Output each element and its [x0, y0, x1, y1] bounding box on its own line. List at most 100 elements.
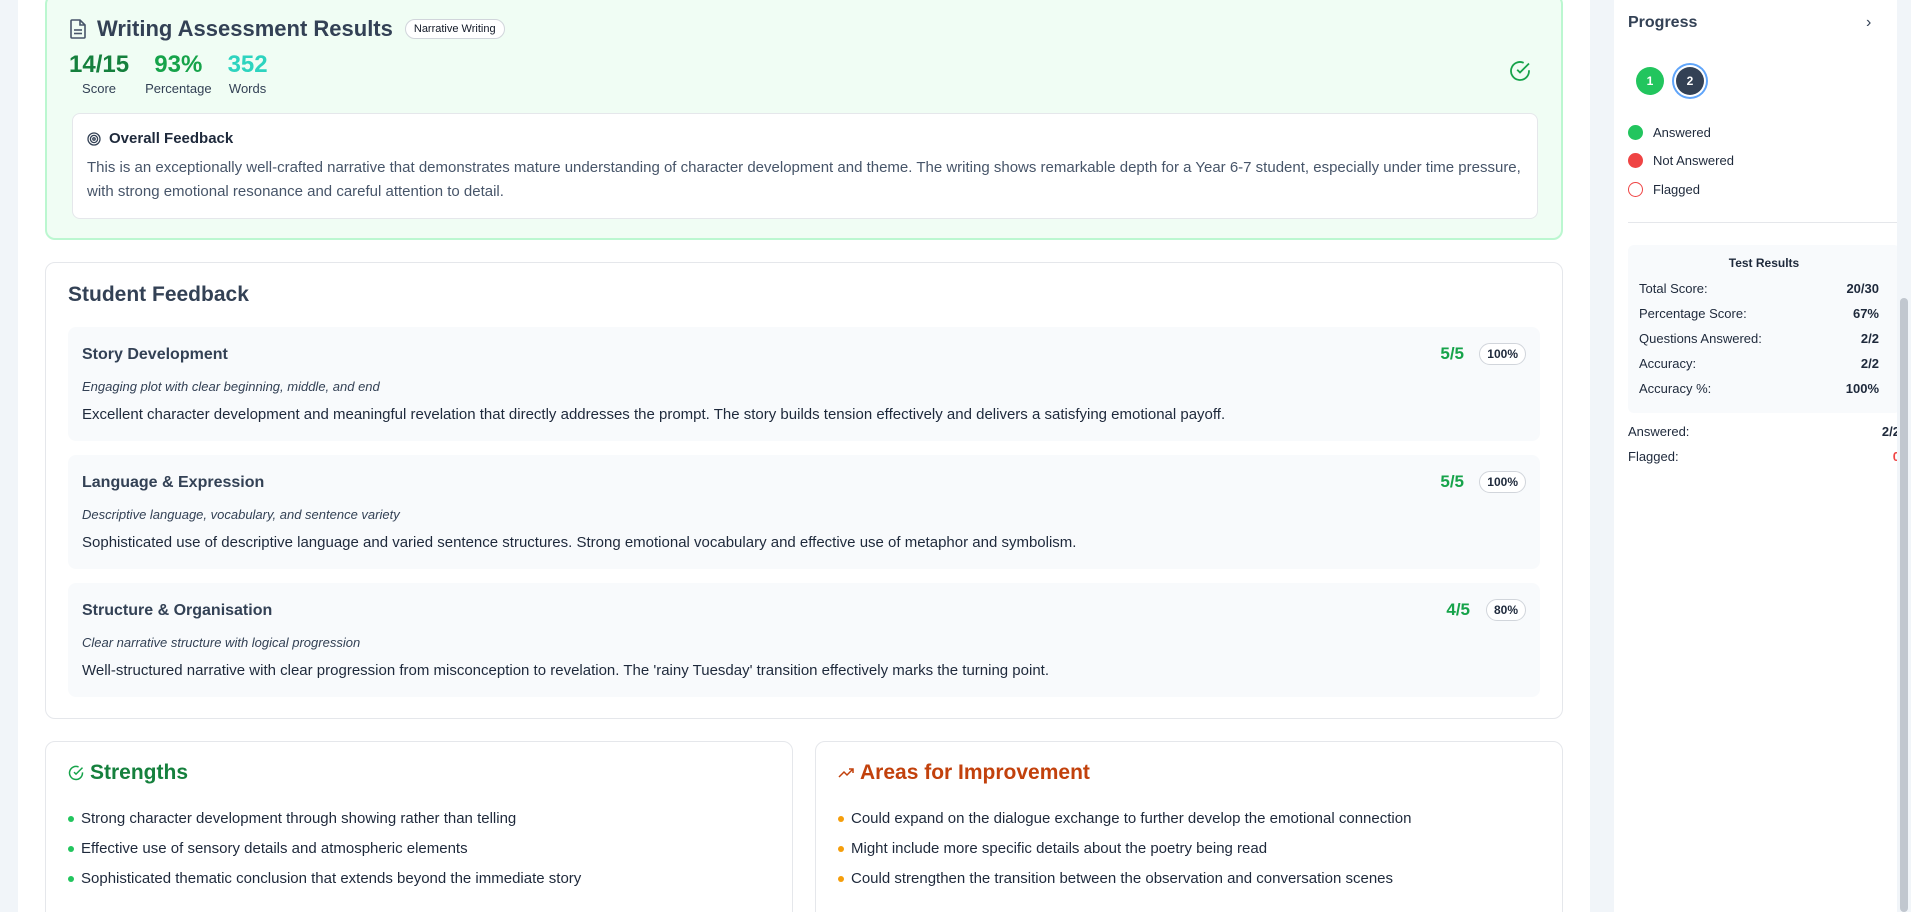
- improvement-title: Areas for Improvement: [860, 761, 1090, 784]
- criterion-description: Descriptive language, vocabulary, and se…: [82, 507, 400, 522]
- criterion-structure-organisation: Structure & Organisation 4/5 80% Clear n…: [68, 583, 1540, 697]
- criterion-story-development: Story Development 5/5 100% Engaging plot…: [68, 327, 1540, 441]
- check-circle-icon: [1510, 61, 1530, 81]
- summary-label: Answered:: [1628, 424, 1690, 439]
- answered-dot: [1628, 125, 1643, 140]
- legend-not-answered-label: Not Answered: [1653, 153, 1734, 168]
- legend-flagged: Flagged: [1628, 182, 1700, 197]
- bullet-dot: [68, 875, 74, 882]
- stat-score: 14/15 Score: [69, 51, 130, 97]
- improvement-item-text: Could strengthen the transition between …: [851, 870, 1394, 887]
- row-value: 2/2: [1860, 331, 1879, 346]
- legend-flagged-label: Flagged: [1653, 182, 1700, 197]
- overall-feedback-text: This is an exceptionally well-crafted na…: [87, 159, 1521, 200]
- summary-answered: Answered: 2/2: [1628, 424, 1900, 439]
- stat-percentage-value: 93%: [154, 51, 203, 78]
- improvement-item-text: Might include more specific details abou…: [851, 840, 1268, 857]
- criterion-name: Structure & Organisation: [82, 602, 273, 619]
- strengths-card: Strengths Strong character development t…: [45, 741, 793, 912]
- criterion-feedback-text: Well-structured narrative with clear pro…: [82, 662, 1050, 679]
- result-row-accuracy: Accuracy: 2/2: [1639, 356, 1879, 371]
- score-stats: 14/15 Score 93% Percentage 352 Words: [69, 51, 284, 97]
- improvement-item-text: Could expand on the dialogue exchange to…: [851, 810, 1412, 827]
- test-results-title: Test Results: [1728, 256, 1800, 270]
- improvement-card: Areas for Improvement Could expand on th…: [815, 741, 1563, 912]
- row-value: 67%: [1852, 306, 1879, 321]
- result-row-questions-answered: Questions Answered: 2/2: [1639, 331, 1879, 346]
- criterion-name: Language & Expression: [82, 474, 265, 491]
- bullet-dot: [68, 845, 74, 852]
- criterion-feedback-text: Sophisticated use of descriptive languag…: [82, 534, 1077, 551]
- result-row-accuracy-percent: Accuracy %: 100%: [1639, 381, 1879, 396]
- criterion-description: Clear narrative structure with logical p…: [82, 635, 361, 650]
- legend-not-answered: Not Answered: [1628, 153, 1734, 168]
- criterion-percent-badge: 100%: [1479, 471, 1526, 493]
- main-content: Writing Assessment Results Narrative Wri…: [18, 0, 1590, 912]
- strength-item: Strong character development through sho…: [68, 810, 516, 827]
- not-answered-dot: [1628, 153, 1643, 168]
- overall-feedback-panel: Overall Feedback This is an exceptionall…: [72, 113, 1538, 219]
- results-title: Writing Assessment Results: [97, 16, 393, 41]
- flagged-dot: [1628, 182, 1643, 197]
- bullet-dot: [838, 875, 844, 882]
- criterion-description: Engaging plot with clear beginning, midd…: [82, 379, 380, 394]
- row-label: Questions Answered:: [1639, 331, 1762, 346]
- bullet-dot: [68, 815, 74, 822]
- stat-words-value: 352: [227, 51, 268, 78]
- improvement-header: Areas for Improvement: [838, 761, 1090, 785]
- improvement-item: Could strengthen the transition between …: [838, 870, 1393, 887]
- row-label: Accuracy:: [1639, 356, 1697, 371]
- row-value: 2/2: [1860, 356, 1879, 371]
- question-button-2[interactable]: 2: [1676, 67, 1704, 95]
- overall-feedback-header: Overall Feedback: [87, 130, 233, 147]
- bullet-dot: [838, 815, 844, 822]
- row-label: Percentage Score:: [1639, 306, 1747, 321]
- stat-score-value: 14/15: [69, 51, 130, 78]
- criterion-percent-badge: 100%: [1479, 343, 1526, 365]
- strength-item-text: Sophisticated thematic conclusion that e…: [81, 870, 582, 887]
- criterion-percent-badge: 80%: [1485, 599, 1526, 621]
- improvement-item: Might include more specific details abou…: [838, 840, 1267, 857]
- stat-words-label: Words: [228, 81, 267, 96]
- criterion-score: 5/5: [1440, 472, 1464, 491]
- legend-answered-label: Answered: [1653, 125, 1711, 140]
- trending-up-icon: [838, 768, 854, 778]
- writing-type-badge: Narrative Writing: [404, 19, 505, 39]
- stat-percentage: 93% Percentage: [145, 51, 212, 97]
- progress-title: Progress: [1628, 14, 1698, 31]
- strength-item: Effective use of sensory details and atm…: [68, 840, 468, 857]
- student-feedback-card: Student Feedback Story Development 5/5 1…: [45, 262, 1563, 719]
- document-icon: [70, 19, 86, 39]
- stat-score-label: Score: [82, 81, 117, 96]
- criterion-language-expression: Language & Expression 5/5 100% Descripti…: [68, 455, 1540, 569]
- target-icon: [87, 131, 101, 146]
- summary-flagged: Flagged: 0: [1628, 449, 1900, 464]
- legend-answered: Answered: [1628, 125, 1711, 140]
- sidebar-divider: [1628, 222, 1900, 223]
- criterion-name: Story Development: [82, 346, 228, 363]
- progress-sidebar: Progress › 1 2 Answered Not Answered Fla…: [1614, 0, 1911, 912]
- improvement-item: Could expand on the dialogue exchange to…: [838, 810, 1411, 827]
- row-value: 20/30: [1846, 281, 1879, 296]
- chevron-right-icon[interactable]: ›: [1866, 14, 1880, 31]
- stat-words: 352 Words: [227, 51, 268, 97]
- test-results-panel: Test Results Total Score: 20/30 Percenta…: [1628, 245, 1900, 413]
- strengths-header: Strengths: [68, 761, 188, 785]
- criterion-feedback-text: Excellent character development and mean…: [82, 406, 1226, 423]
- criterion-score: 4/5: [1446, 600, 1470, 619]
- question-button-1[interactable]: 1: [1636, 67, 1664, 95]
- student-feedback-title: Student Feedback: [68, 283, 249, 306]
- strength-item-text: Effective use of sensory details and atm…: [81, 840, 468, 857]
- assessment-results-card: Writing Assessment Results Narrative Wri…: [45, 0, 1563, 240]
- strength-item-text: Strong character development through sho…: [81, 810, 517, 827]
- summary-label: Flagged:: [1628, 449, 1679, 464]
- scrollbar-thumb[interactable]: [1900, 298, 1908, 912]
- row-value: 100%: [1845, 381, 1879, 396]
- stat-percentage-label: Percentage: [145, 81, 212, 96]
- strength-item: Sophisticated thematic conclusion that e…: [68, 870, 581, 887]
- check-circle-icon: [68, 765, 84, 781]
- result-row-total-score: Total Score: 20/30: [1639, 281, 1879, 296]
- results-header: Writing Assessment Results Narrative Wri…: [69, 16, 505, 42]
- overall-feedback-title: Overall Feedback: [109, 130, 234, 147]
- criterion-score: 5/5: [1440, 344, 1464, 363]
